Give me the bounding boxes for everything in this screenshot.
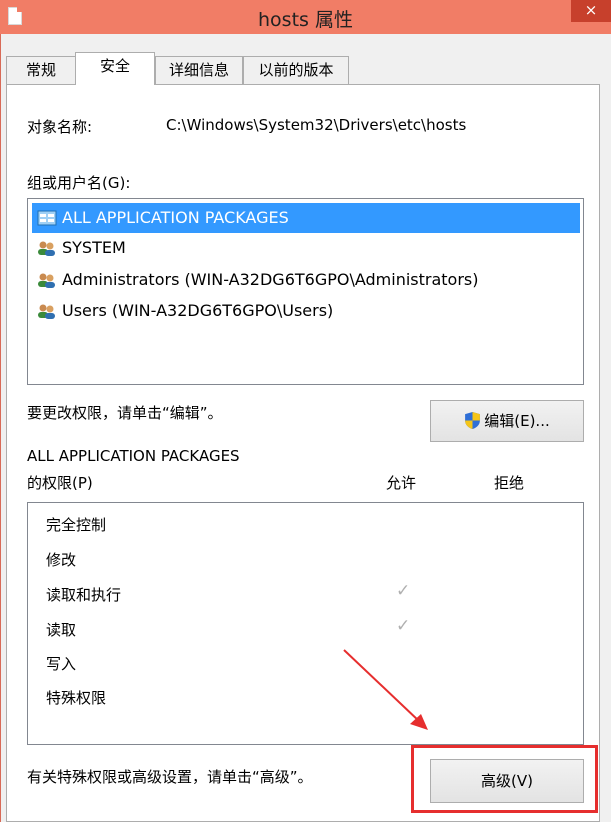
title-bar: hosts 属性 × — [0, 0, 611, 34]
list-item[interactable]: SYSTEM — [32, 233, 580, 263]
list-item[interactable]: Users (WIN-A32DG6T6GPO\Users) — [32, 296, 580, 326]
permission-row: 写入 — [46, 655, 77, 673]
tab-details[interactable]: 详细信息 — [155, 56, 243, 84]
permissions-title-line1: ALL APPLICATION PACKAGES — [27, 447, 240, 465]
permission-row: 修改 — [46, 551, 77, 569]
advanced-hint: 有关特殊权限或高级设置，请单击“高级”。 — [27, 768, 313, 786]
annotation-highlight-box — [411, 745, 598, 813]
permissions-title-line2: 的权限(P) — [27, 474, 93, 492]
list-item[interactable]: ALL APPLICATION PACKAGES — [32, 203, 580, 233]
annotation-arrow-icon — [343, 649, 428, 730]
shield-icon — [465, 412, 481, 429]
user-group-icon — [38, 241, 55, 256]
allow-column-header: 允许 — [386, 474, 417, 492]
object-name-value: C:\Windows\System32\Drivers\etc\hosts — [166, 116, 467, 134]
groups-label: 组或用户名(G): — [27, 174, 131, 192]
list-item-label: Users (WIN-A32DG6T6GPO\Users) — [62, 301, 334, 320]
list-item-label: ALL APPLICATION PACKAGES — [62, 208, 289, 227]
list-item-label: SYSTEM — [62, 238, 126, 257]
edit-button[interactable]: 编辑(E)... — [430, 400, 584, 442]
user-group-icon — [38, 304, 55, 319]
packages-icon — [37, 210, 57, 226]
permission-row: 读取和执行 — [46, 586, 122, 604]
list-item[interactable]: Administrators (WIN-A32DG6T6GPO\Administ… — [32, 265, 580, 295]
tab-security[interactable]: 安全 — [75, 52, 155, 85]
object-name-label: 对象名称: — [27, 118, 93, 136]
permission-row: 读取 — [46, 621, 77, 639]
window-title: hosts 属性 — [258, 9, 353, 31]
list-item-label: Administrators (WIN-A32DG6T6GPO\Administ… — [62, 270, 479, 289]
deny-column-header: 拒绝 — [494, 474, 525, 492]
tab-general[interactable]: 常规 — [6, 56, 76, 84]
edit-button-label: 编辑(E)... — [484, 412, 550, 430]
tab-previous-versions[interactable]: 以前的版本 — [243, 56, 349, 84]
permission-row: 特殊权限 — [46, 689, 107, 707]
close-button[interactable]: × — [571, 0, 611, 22]
allow-check-icon: ✓ — [396, 616, 411, 636]
user-group-icon — [38, 273, 55, 288]
permission-row: 完全控制 — [46, 516, 107, 534]
allow-check-icon: ✓ — [396, 581, 411, 601]
permissions-list[interactable]: 完全控制 修改 读取和执行 ✓ 读取 ✓ 写入 特殊权限 — [27, 502, 584, 745]
groups-list[interactable]: ALL APPLICATION PACKAGES SYSTEM Administ… — [27, 198, 584, 385]
edit-hint: 要更改权限，请单击“编辑”。 — [27, 404, 223, 422]
